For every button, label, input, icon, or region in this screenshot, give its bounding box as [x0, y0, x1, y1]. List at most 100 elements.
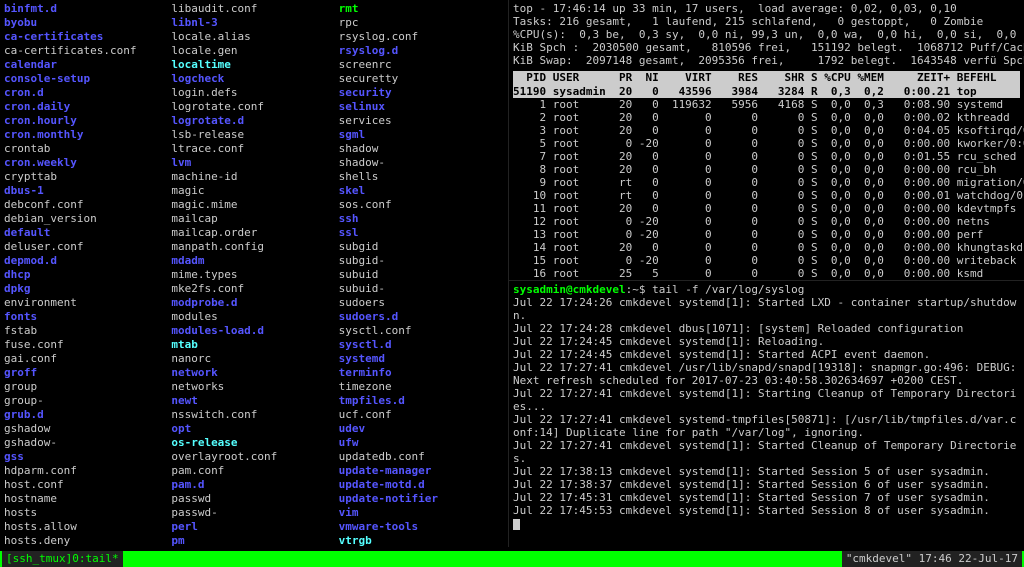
file-item: fuse.conf: [4, 338, 169, 352]
file-item: systemd: [339, 352, 504, 366]
proc-row: 51190 sysadmin 20 0 43596 3984 3284 R 0,…: [513, 85, 1020, 98]
file-item: modules-load.d: [171, 324, 336, 338]
log-line: Jul 22 17:38:13 cmkdevel systemd[1]: Sta…: [513, 465, 1020, 478]
file-item: dpkg: [4, 282, 169, 296]
file-item: passwd-: [171, 506, 336, 520]
prompt-sep: :~$: [626, 283, 653, 296]
file-column-1: binfmt.dbyobuca-certificatesca-certifica…: [4, 2, 169, 547]
proc-table-header: PID USER PR NI VIRT RES SHR S %CPU %MEM …: [513, 71, 1020, 85]
proc-table-body: 51190 sysadmin 20 0 43596 3984 3284 R 0,…: [513, 85, 1020, 280]
proc-row: 14 root 20 0 0 0 0 S 0,0 0,0 0:00.00 khu…: [513, 241, 1020, 254]
file-item: hosts: [4, 506, 169, 520]
file-item: environment: [4, 296, 169, 310]
file-item: gss: [4, 450, 169, 464]
file-item: sysctl.d: [339, 338, 504, 352]
file-item: groff: [4, 366, 169, 380]
file-item: logcheck: [171, 72, 336, 86]
file-item: cron.daily: [4, 100, 169, 114]
file-item: vtrgb: [339, 534, 504, 547]
file-item: hostname: [4, 492, 169, 506]
file-item: newt: [171, 394, 336, 408]
proc-row: 11 root 20 0 0 0 0 S 0,0 0,0 0:00.00 kde…: [513, 202, 1020, 215]
file-item: manpath.config: [171, 240, 336, 254]
file-item: console-setup: [4, 72, 169, 86]
file-item: pm: [171, 534, 336, 547]
left-pane-ls[interactable]: binfmt.dbyobuca-certificatesca-certifica…: [0, 0, 508, 547]
top-summary-5: KiB Swap: 2097148 gesamt, 2095356 frei, …: [513, 54, 1020, 67]
file-item: fstab: [4, 324, 169, 338]
proc-row: 2 root 20 0 0 0 0 S 0,0 0,0 0:00.02 kthr…: [513, 111, 1020, 124]
log-line: Jul 22 17:24:45 cmkdevel systemd[1]: Sta…: [513, 348, 1020, 361]
file-item: subuid: [339, 268, 504, 282]
file-item: ltrace.conf: [171, 142, 336, 156]
file-item: hdparm.conf: [4, 464, 169, 478]
right-pane: top - 17:46:14 up 33 min, 17 users, load…: [508, 0, 1024, 547]
proc-row: 13 root 0 -20 0 0 0 S 0,0 0,0 0:00.00 pe…: [513, 228, 1020, 241]
top-pane[interactable]: top - 17:46:14 up 33 min, 17 users, load…: [509, 0, 1024, 280]
file-item: gai.conf: [4, 352, 169, 366]
file-item: sudoers: [339, 296, 504, 310]
log-line: Jul 22 17:27:41 cmkdevel /usr/lib/snapd/…: [513, 361, 1020, 387]
file-item: libnl-3: [171, 16, 336, 30]
file-item: magic.mime: [171, 198, 336, 212]
file-item: ssl: [339, 226, 504, 240]
proc-row: 16 root 25 5 0 0 0 S 0,0 0,0 0:00.00 ksm…: [513, 267, 1020, 280]
file-item: mke2fs.conf: [171, 282, 336, 296]
file-item: logrotate.d: [171, 114, 336, 128]
file-item: mdadm: [171, 254, 336, 268]
file-item: selinux: [339, 100, 504, 114]
file-item: localtime: [171, 58, 336, 72]
file-item: pam.conf: [171, 464, 336, 478]
log-line: Jul 22 17:27:41 cmkdevel systemd[1]: Sta…: [513, 439, 1020, 465]
file-item: cron.hourly: [4, 114, 169, 128]
proc-row: 8 root 20 0 0 0 0 S 0,0 0,0 0:00.00 rcu_…: [513, 163, 1020, 176]
file-item: updatedb.conf: [339, 450, 504, 464]
file-item: hosts.allow: [4, 520, 169, 534]
file-item: services: [339, 114, 504, 128]
top-summary-3: %CPU(s): 0,3 be, 0,3 sy, 0,0 ni, 99,3 un…: [513, 28, 1020, 41]
file-item: lvm: [171, 156, 336, 170]
file-item: rmt: [339, 2, 504, 16]
cursor-line: [513, 517, 1020, 530]
proc-row: 15 root 0 -20 0 0 0 S 0,0 0,0 0:00.00 wr…: [513, 254, 1020, 267]
syslog-pane[interactable]: sysadmin@cmkdevel:~$ tail -f /var/log/sy…: [509, 280, 1024, 547]
cursor-icon: [513, 519, 520, 530]
status-left[interactable]: [ssh_tmux]0:tail*: [2, 551, 123, 567]
file-item: update-manager: [339, 464, 504, 478]
file-item: vim: [339, 506, 504, 520]
file-item: update-notifier: [339, 492, 504, 506]
file-item: networks: [171, 380, 336, 394]
top-summary-4: KiB Spch : 2030500 gesamt, 810596 frei, …: [513, 41, 1020, 54]
log-line: Jul 22 17:27:41 cmkdevel systemd-tmpfile…: [513, 413, 1020, 439]
file-item: mailcap.order: [171, 226, 336, 240]
file-item: gshadow-: [4, 436, 169, 450]
log-line: Jul 22 17:45:53 cmkdevel systemd[1]: Sta…: [513, 504, 1020, 517]
log-line: Jul 22 17:24:26 cmkdevel systemd[1]: Sta…: [513, 296, 1020, 322]
file-item: opt: [171, 422, 336, 436]
file-item: update-motd.d: [339, 478, 504, 492]
file-item: mime.types: [171, 268, 336, 282]
file-item: sysctl.conf: [339, 324, 504, 338]
file-item: hosts.deny: [4, 534, 169, 547]
file-item: depmod.d: [4, 254, 169, 268]
file-item: machine-id: [171, 170, 336, 184]
file-item: pam.d: [171, 478, 336, 492]
log-line: Jul 22 17:38:37 cmkdevel systemd[1]: Sta…: [513, 478, 1020, 491]
file-item: skel: [339, 184, 504, 198]
command-text: tail -f /var/log/syslog: [652, 283, 804, 296]
file-item: sudoers.d: [339, 310, 504, 324]
file-item: debconf.conf: [4, 198, 169, 212]
file-item: byobu: [4, 16, 169, 30]
file-item: vmware-tools: [339, 520, 504, 534]
file-item: modules: [171, 310, 336, 324]
ls-output: binfmt.dbyobuca-certificatesca-certifica…: [4, 2, 504, 547]
file-item: rsyslog.conf: [339, 30, 504, 44]
proc-row: 3 root 20 0 0 0 0 S 0,0 0,0 0:04.05 ksof…: [513, 124, 1020, 137]
file-item: shells: [339, 170, 504, 184]
file-item: group-: [4, 394, 169, 408]
file-item: debian_version: [4, 212, 169, 226]
file-item: dhcp: [4, 268, 169, 282]
log-output: Jul 22 17:24:26 cmkdevel systemd[1]: Sta…: [513, 296, 1020, 517]
tmux-status-bar[interactable]: [ssh_tmux]0:tail* "cmkdevel" 17:46 22-Ju…: [0, 551, 1024, 567]
file-item: overlayroot.conf: [171, 450, 336, 464]
